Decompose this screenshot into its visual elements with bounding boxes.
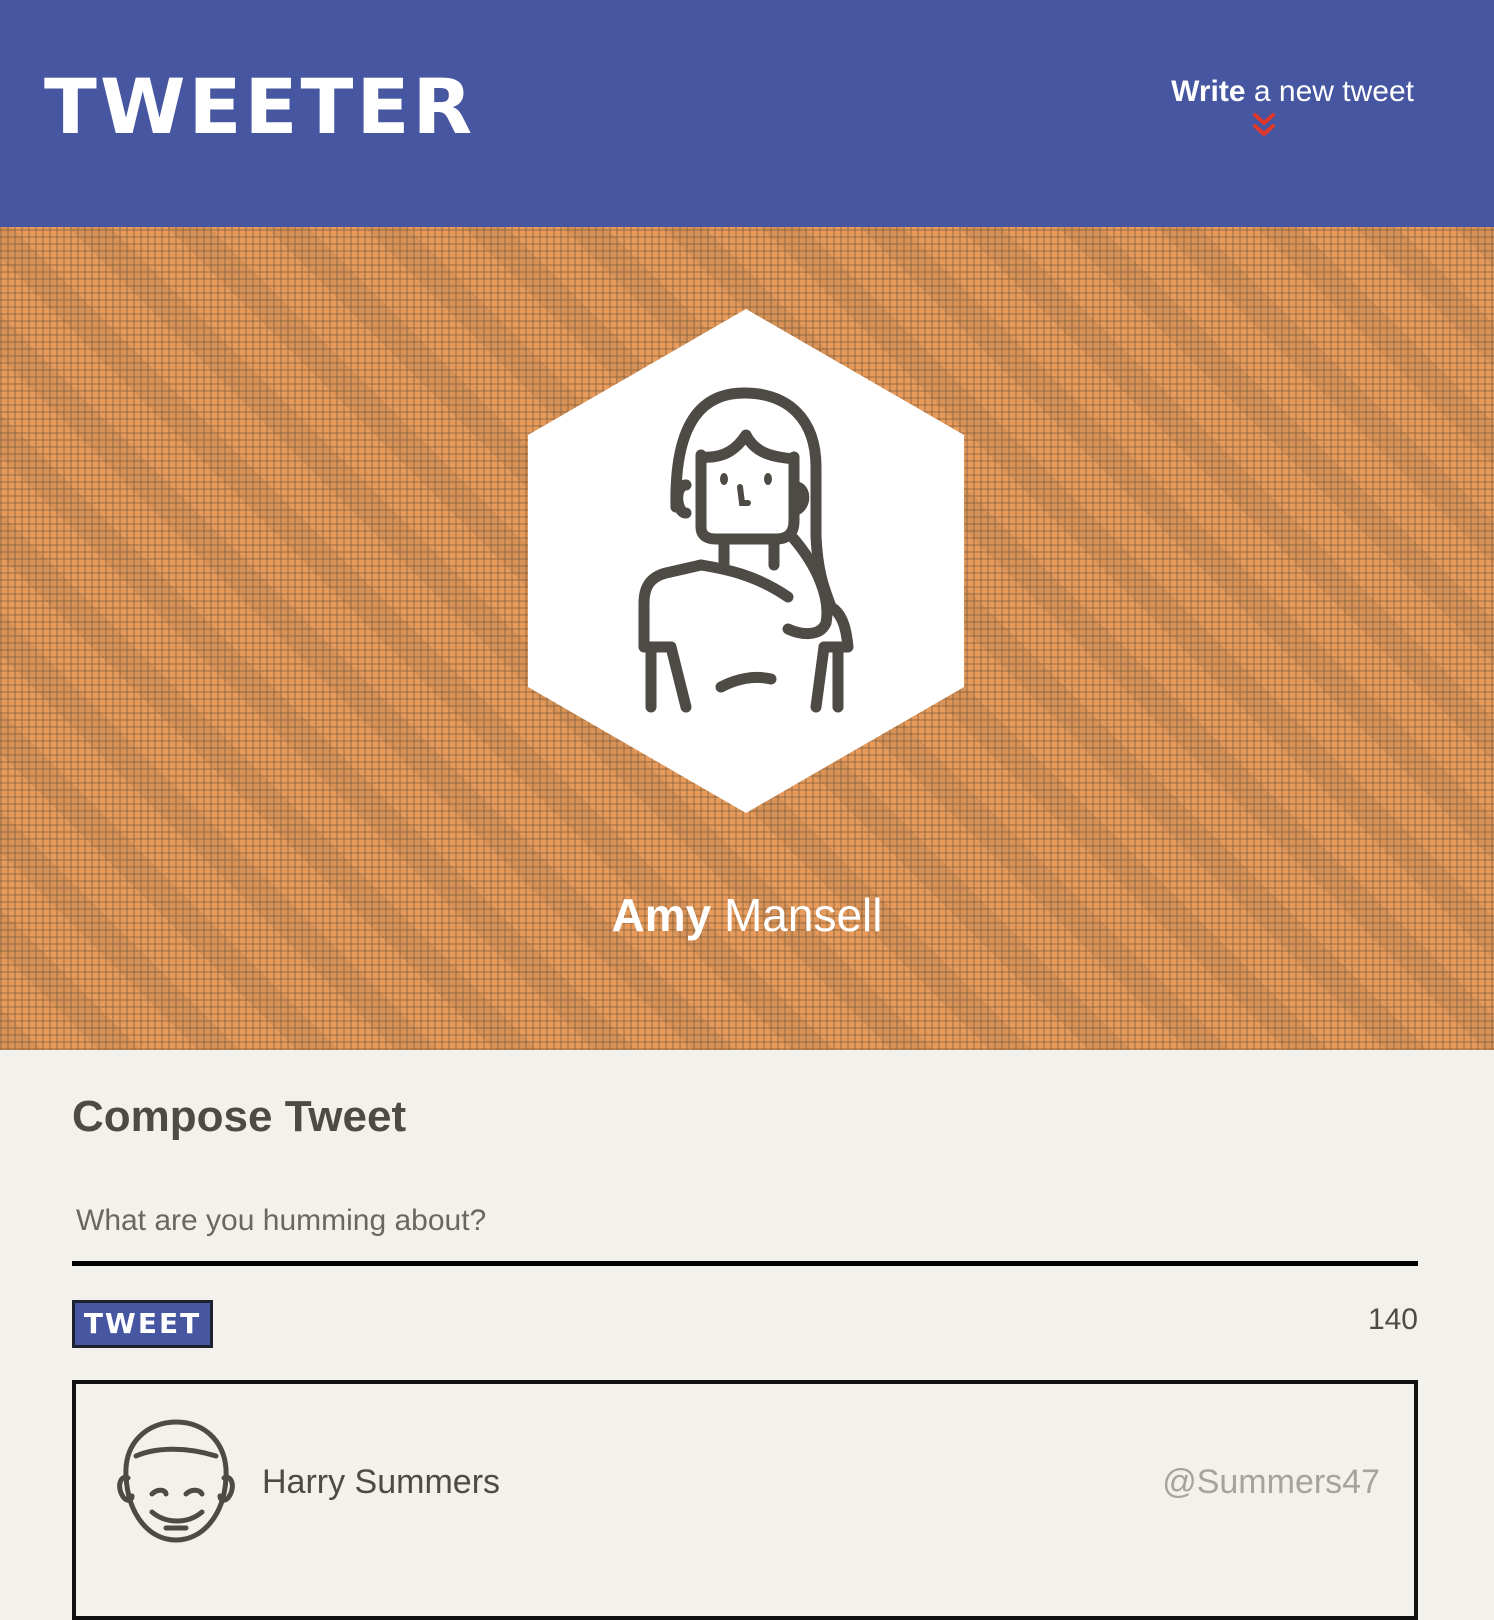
write-new-tweet-label: Write a new tweet	[1154, 72, 1414, 112]
woman-avatar-icon	[528, 309, 964, 813]
site-header: TWEETER Write a new tweet	[0, 0, 1494, 227]
tweet-input[interactable]	[72, 1180, 1418, 1266]
compose-section: Compose Tweet TWEET 140 Harry Summers @S…	[0, 1050, 1494, 1620]
write-new-tweet-strong: Write	[1171, 75, 1246, 108]
tweet-author-name[interactable]: Harry Summers	[262, 1460, 500, 1504]
double-chevron-down-icon	[1253, 113, 1275, 136]
write-new-tweet-light: a new tweet	[1253, 75, 1414, 108]
tweet-card: Harry Summers @Summers47	[72, 1380, 1418, 1620]
profile-first-name: Amy	[611, 889, 712, 941]
write-new-tweet-toggle[interactable]: Write a new tweet	[1154, 72, 1414, 142]
brand-logo[interactable]: TWEETER	[44, 62, 475, 152]
compose-title: Compose Tweet	[72, 1092, 407, 1141]
profile-name: Amy Mansell	[0, 887, 1494, 943]
profile-last-name: Mansell	[723, 889, 883, 941]
tweet-button[interactable]: TWEET	[72, 1300, 213, 1348]
profile-banner: Amy Mansell	[0, 227, 1494, 1050]
tweet-author-handle[interactable]: @Summers47	[1162, 1460, 1380, 1504]
man-avatar-icon	[117, 1419, 235, 1543]
char-counter: 140	[1367, 1303, 1418, 1336]
